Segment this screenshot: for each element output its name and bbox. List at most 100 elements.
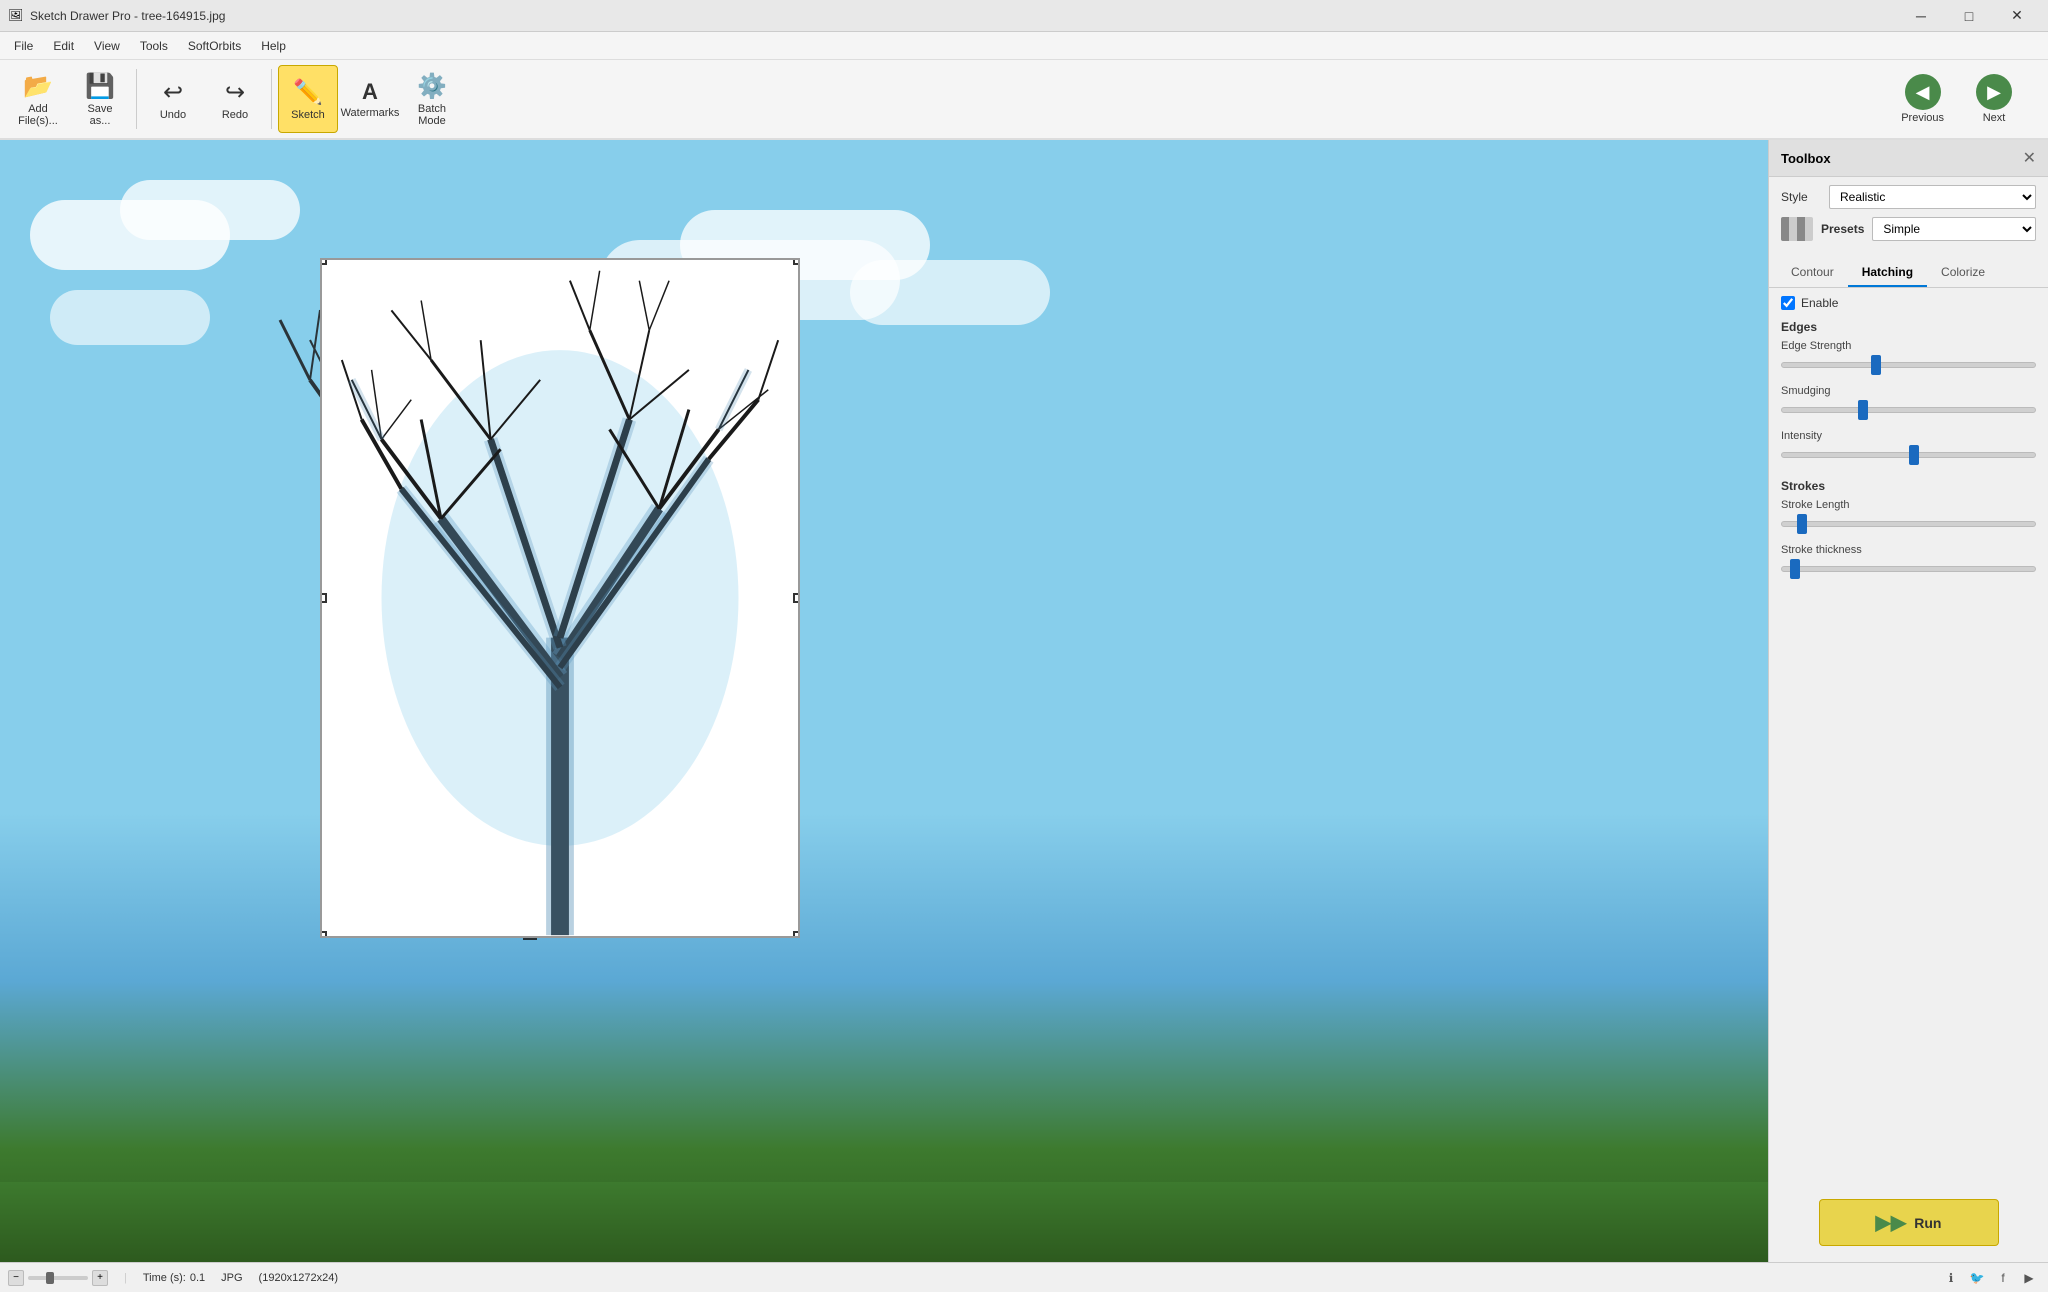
time-status: Time (s): 0.1 [143, 1272, 205, 1284]
menu-tools[interactable]: Tools [130, 35, 178, 57]
tab-hatching[interactable]: Hatching [1848, 259, 1927, 287]
stroke-length-thumb[interactable] [1797, 514, 1807, 534]
dimensions-value: (1920x1272x24) [259, 1272, 339, 1284]
strokes-section-label: Strokes [1769, 473, 2048, 497]
watermarks-icon: A [362, 79, 378, 105]
menu-edit[interactable]: Edit [43, 35, 84, 57]
stroke-length-bg [1781, 521, 2036, 527]
redo-button[interactable]: ↪ Redo [205, 65, 265, 133]
minimize-button[interactable]: ─ [1898, 0, 1944, 32]
handle-bl[interactable] [320, 931, 327, 938]
batch-mode-button[interactable]: ⚙️ BatchMode [402, 65, 462, 133]
status-icons: ℹ 🐦 f ▶ [1940, 1267, 2040, 1289]
maximize-button[interactable]: □ [1946, 0, 1992, 32]
edge-strength-bg [1781, 362, 2036, 368]
edges-section-label: Edges [1769, 314, 2048, 338]
sketch-area [320, 258, 800, 938]
presets-row: Presets Simple Complex Artistic Clean [1781, 217, 2036, 241]
intensity-thumb[interactable] [1909, 445, 1919, 465]
twitter-icon-button[interactable]: 🐦 [1966, 1267, 1988, 1289]
handle-tl[interactable] [320, 258, 327, 265]
stroke-thickness-track[interactable] [1781, 559, 2036, 579]
next-label: Next [1983, 112, 2006, 124]
app-icon: 🖼 [8, 8, 24, 24]
save-as-label: Saveas... [87, 103, 112, 127]
zoom-in-button[interactable]: + [92, 1270, 108, 1286]
enable-checkbox[interactable] [1781, 296, 1795, 310]
smudging-thumb[interactable] [1858, 400, 1868, 420]
toolbox-close-button[interactable]: ✕ [2023, 148, 2036, 168]
zoom-out-button[interactable]: − [8, 1270, 24, 1286]
toolbox-panel: Toolbox ✕ Style Realistic Pencil Charcoa… [1768, 140, 2048, 1262]
watermarks-button[interactable]: A Watermarks [340, 65, 400, 133]
presets-icon [1781, 217, 1813, 241]
toolbox-header: Toolbox ✕ [1769, 140, 2048, 177]
stroke-thickness-label: Stroke thickness [1781, 544, 2036, 556]
intensity-row: Intensity [1769, 428, 2048, 473]
tabs: Contour Hatching Colorize [1769, 259, 2048, 288]
facebook-icon-button[interactable]: f [1992, 1267, 2014, 1289]
edge-strength-thumb[interactable] [1871, 355, 1881, 375]
style-row: Style Realistic Pencil Charcoal Watercol… [1781, 185, 2036, 209]
style-select[interactable]: Realistic Pencil Charcoal Watercolor [1829, 185, 2036, 209]
previous-button[interactable]: ◀ Previous [1889, 70, 1956, 128]
menu-view[interactable]: View [84, 35, 130, 57]
stroke-length-track[interactable] [1781, 514, 2036, 534]
edge-strength-row: Edge Strength [1769, 338, 2048, 383]
menu-file[interactable]: File [4, 35, 43, 57]
enable-label[interactable]: Enable [1801, 296, 1838, 310]
presets-select[interactable]: Simple Complex Artistic Clean [1872, 217, 2036, 241]
youtube-icon-button[interactable]: ▶ [2018, 1267, 2040, 1289]
window-title: Sketch Drawer Pro - tree-164915.jpg [30, 9, 1898, 23]
menu-help[interactable]: Help [251, 35, 296, 57]
tab-contour[interactable]: Contour [1777, 259, 1848, 287]
next-button[interactable]: ▶ Next [1964, 70, 2024, 128]
menu-softorbits[interactable]: SoftOrbits [178, 35, 251, 57]
zoom-thumb[interactable] [46, 1272, 54, 1284]
next-arrow-icon: ▶ [1976, 74, 2012, 110]
edge-strength-track[interactable] [1781, 355, 2036, 375]
stroke-thickness-thumb[interactable] [1790, 559, 1800, 579]
info-icon-button[interactable]: ℹ [1940, 1267, 1962, 1289]
run-btn-container: ▶▶ Run [1769, 1183, 2048, 1262]
toolbar-sep-1 [136, 69, 137, 129]
presets-label: Presets [1821, 222, 1864, 236]
sketch-button[interactable]: ✏️ Sketch [278, 65, 338, 133]
toolbox-spacer [1769, 587, 2048, 1183]
handle-br[interactable] [793, 931, 800, 938]
toolbox-title: Toolbox [1781, 151, 1831, 166]
intensity-bg [1781, 452, 2036, 458]
add-file-icon: 📂 [23, 72, 53, 101]
undo-button[interactable]: ↩ Undo [143, 65, 203, 133]
main-layout: Toolbox ✕ Style Realistic Pencil Charcoa… [0, 140, 2048, 1262]
time-label: Time (s): [143, 1272, 186, 1284]
handle-ml[interactable] [320, 593, 327, 603]
window-controls: ─ □ ✕ [1898, 0, 2040, 32]
title-bar: 🖼 Sketch Drawer Pro - tree-164915.jpg ─ … [0, 0, 2048, 32]
smudging-track[interactable] [1781, 400, 2036, 420]
batch-mode-icon: ⚙️ [417, 72, 447, 101]
close-button[interactable]: ✕ [1994, 0, 2040, 32]
zoom-slider[interactable] [28, 1276, 88, 1280]
undo-icon: ↩ [163, 78, 183, 107]
format-status: JPG [221, 1272, 242, 1284]
stroke-length-label: Stroke Length [1781, 499, 2036, 511]
intensity-track[interactable] [1781, 445, 2036, 465]
run-button[interactable]: ▶▶ Run [1819, 1199, 1999, 1246]
sketch-tree-svg [322, 260, 798, 936]
canvas-area[interactable] [0, 140, 1768, 1262]
toolbar-nav: ◀ Previous ▶ Next [1889, 70, 2024, 128]
add-file-button[interactable]: 📂 AddFile(s)... [8, 65, 68, 133]
tab-colorize[interactable]: Colorize [1927, 259, 1999, 287]
batch-mode-label: BatchMode [418, 103, 446, 127]
run-label: Run [1914, 1215, 1941, 1231]
handle-mr[interactable] [793, 593, 800, 603]
zoom-control: − + [8, 1270, 108, 1286]
toolbar-sep-2 [271, 69, 272, 129]
intensity-label: Intensity [1781, 430, 2036, 442]
cloud-6 [850, 260, 1050, 325]
edge-strength-label: Edge Strength [1781, 340, 2036, 352]
save-as-button[interactable]: 💾 Saveas... [70, 65, 130, 133]
handle-tr[interactable] [793, 258, 800, 265]
status-bar: − + | Time (s): 0.1 JPG (1920x1272x24) ℹ… [0, 1262, 2048, 1292]
